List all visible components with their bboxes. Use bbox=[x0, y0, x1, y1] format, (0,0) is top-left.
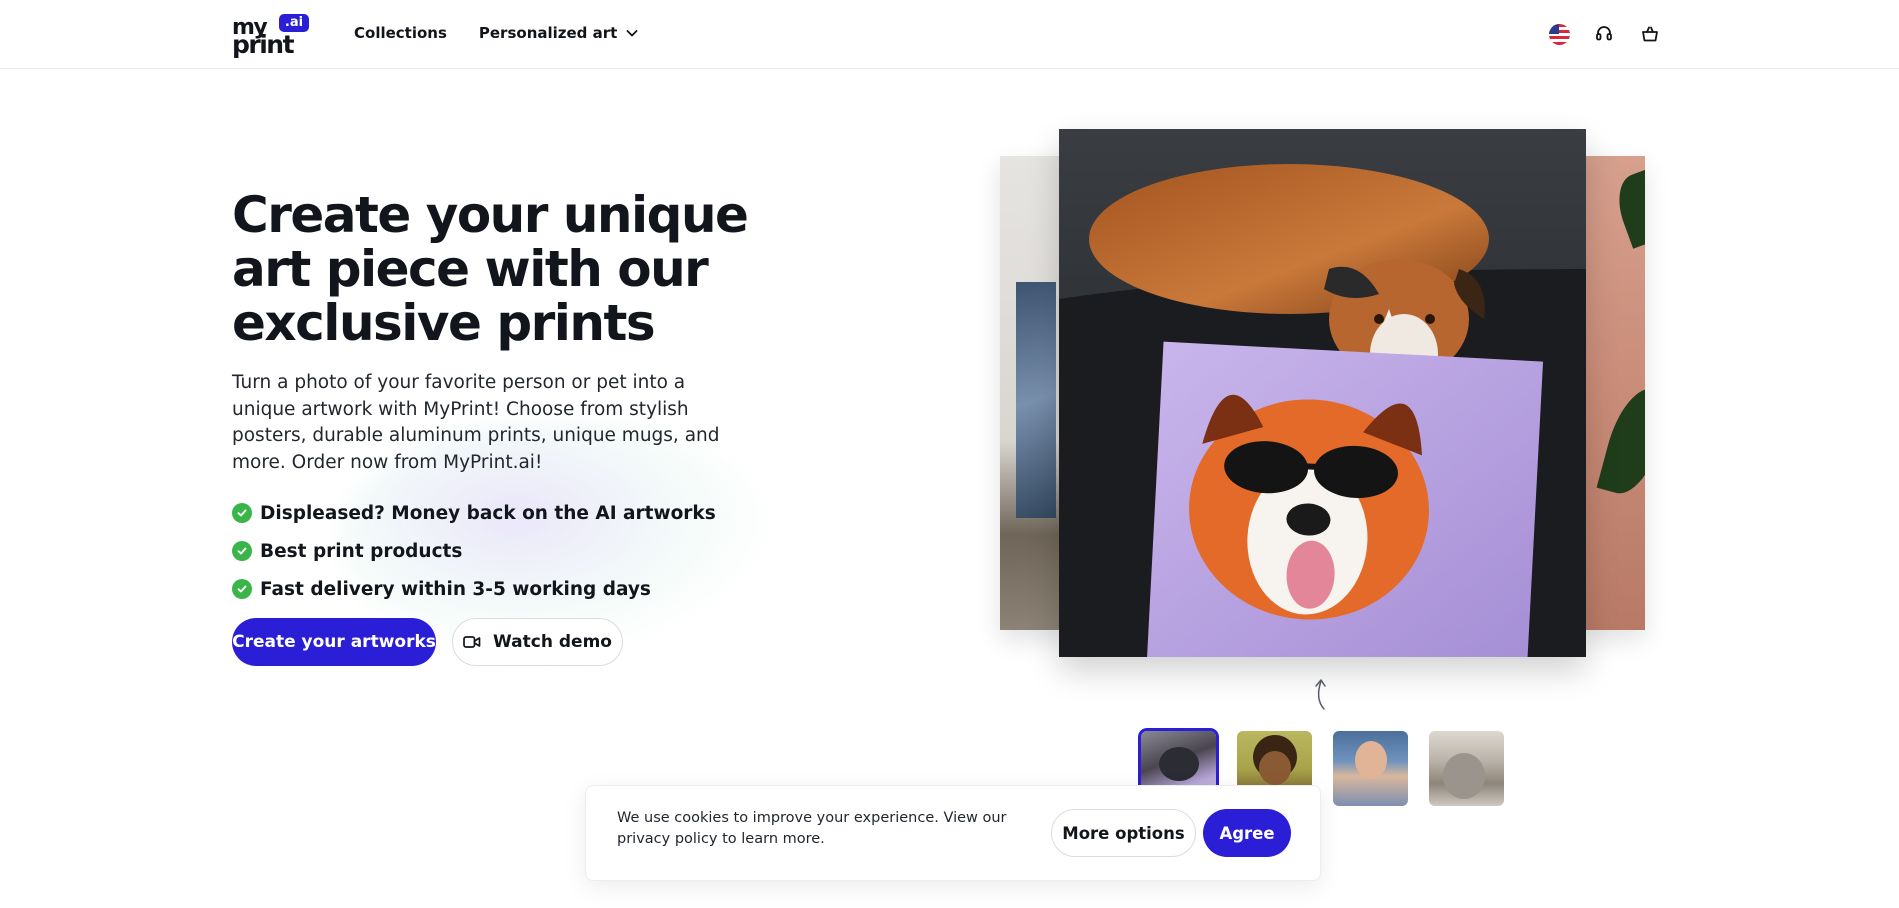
framed-print-image bbox=[1016, 282, 1056, 518]
watch-demo-button[interactable]: Watch demo bbox=[452, 618, 623, 666]
nav-personalized-art[interactable]: Personalized art bbox=[479, 24, 639, 42]
create-artworks-button[interactable]: Create your artworks bbox=[232, 618, 436, 666]
watch-demo-label: Watch demo bbox=[493, 632, 612, 652]
feature-text: Best print products bbox=[260, 540, 463, 562]
header-actions bbox=[1549, 22, 1662, 46]
more-options-button[interactable]: More options bbox=[1051, 809, 1196, 857]
check-circle-icon bbox=[232, 579, 252, 599]
cat-thumbnail-body bbox=[1443, 753, 1485, 799]
cart-icon[interactable] bbox=[1638, 22, 1662, 46]
us-flag-icon[interactable] bbox=[1549, 23, 1570, 45]
feature-item: Fast delivery within 3-5 working days bbox=[232, 570, 716, 608]
feature-list: Displeased? Money back on the AI artwork… bbox=[232, 494, 716, 608]
agree-button[interactable]: Agree bbox=[1203, 809, 1291, 857]
hero-dog-artwork-image bbox=[1059, 129, 1586, 657]
dog-thumbnail-face bbox=[1159, 747, 1199, 781]
video-camera-icon bbox=[463, 636, 481, 648]
logo-ai-badge: .ai bbox=[279, 14, 309, 32]
chevron-down-icon bbox=[626, 30, 638, 37]
nav-personalized-art-label: Personalized art bbox=[478, 24, 618, 42]
hero-title: Create your unique art piece with our ex… bbox=[232, 186, 749, 352]
cookie-text: We use cookies to improve your experienc… bbox=[617, 810, 1007, 847]
check-circle-icon bbox=[232, 541, 252, 561]
cookie-banner: We use cookies to improve your experienc… bbox=[585, 785, 1321, 881]
logo-bottom-text: print bbox=[232, 30, 295, 59]
child-thumbnail-face bbox=[1259, 751, 1291, 785]
feature-text: Displeased? Money back on the AI artwork… bbox=[260, 502, 716, 524]
headset-icon[interactable] bbox=[1592, 22, 1616, 46]
curved-arrow-icon bbox=[1315, 679, 1326, 710]
feature-text: Fast delivery within 3-5 working days bbox=[260, 578, 651, 600]
plant-leaf-image bbox=[1609, 169, 1645, 249]
plant-leaf-image bbox=[1596, 381, 1645, 501]
side-preview-right bbox=[1580, 156, 1645, 630]
site-header: my print .ai Collections Personalized ar… bbox=[0, 0, 1899, 69]
feature-item: Displeased? Money back on the AI artwork… bbox=[232, 494, 716, 532]
main-nav: Collections Personalized art bbox=[354, 24, 639, 42]
cat-thumbnail[interactable] bbox=[1429, 731, 1504, 806]
hero-description: Turn a photo of your favorite person or … bbox=[232, 372, 720, 473]
feature-item: Best print products bbox=[232, 532, 716, 570]
man-thumbnail-face bbox=[1355, 741, 1387, 779]
myprint-logo[interactable]: my print .ai bbox=[232, 14, 312, 59]
man-thumbnail[interactable] bbox=[1333, 731, 1408, 806]
nav-collections[interactable]: Collections bbox=[354, 24, 447, 42]
check-circle-icon bbox=[232, 503, 252, 523]
